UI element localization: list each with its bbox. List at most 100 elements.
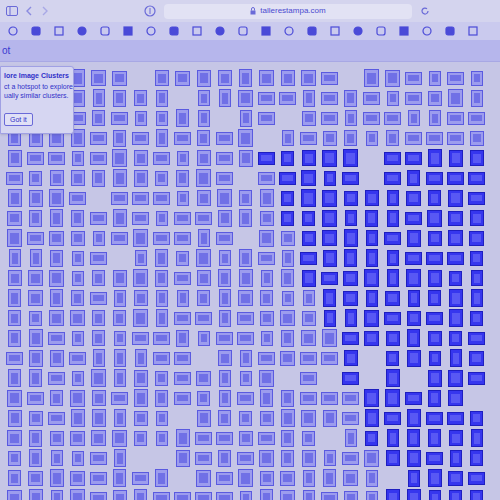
thumbnail[interactable] <box>302 211 315 226</box>
thumbnail[interactable] <box>301 330 316 346</box>
thumbnail[interactable] <box>219 390 231 407</box>
thumbnail[interactable] <box>155 371 168 386</box>
thumbnail[interactable] <box>174 132 191 145</box>
thumbnail[interactable] <box>385 291 400 306</box>
thumbnail[interactable] <box>8 470 21 486</box>
thumbnail[interactable] <box>27 232 44 245</box>
thumbnail[interactable] <box>113 209 127 227</box>
thumbnail[interactable] <box>324 310 336 327</box>
thumbnail[interactable] <box>342 392 359 405</box>
thumbnail[interactable] <box>261 331 273 346</box>
thumbnail[interactable] <box>429 351 441 366</box>
thumbnail[interactable] <box>238 290 253 306</box>
thumbnail[interactable] <box>408 470 420 487</box>
thumbnail[interactable] <box>282 291 294 306</box>
thumbnail[interactable] <box>114 409 126 427</box>
thumbnail[interactable] <box>447 132 464 145</box>
thumbnail[interactable] <box>407 429 420 447</box>
thumbnail[interactable] <box>49 189 64 207</box>
thumbnail[interactable] <box>92 270 105 286</box>
thumbnail[interactable] <box>239 190 252 206</box>
thumbnail[interactable] <box>302 431 315 446</box>
thumbnail[interactable] <box>216 152 233 165</box>
thumbnail[interactable] <box>468 192 485 205</box>
thumbnail[interactable] <box>50 390 63 406</box>
thumbnail[interactable] <box>132 132 149 145</box>
bookmark-icon[interactable] <box>31 26 41 36</box>
thumbnail[interactable] <box>384 412 401 425</box>
thumbnail[interactable] <box>197 410 211 427</box>
thumbnail[interactable] <box>114 290 126 307</box>
thumbnail[interactable] <box>322 230 337 246</box>
thumbnail[interactable] <box>342 372 359 385</box>
bookmark-icon[interactable] <box>445 26 455 36</box>
thumbnail[interactable] <box>386 369 400 387</box>
thumbnail[interactable] <box>282 130 294 146</box>
bookmark-icon[interactable] <box>215 26 225 36</box>
thumbnail[interactable] <box>197 270 211 286</box>
thumbnail[interactable] <box>322 190 337 207</box>
thumbnail[interactable] <box>197 130 210 146</box>
thumbnail[interactable] <box>259 230 274 247</box>
thumbnail[interactable] <box>156 111 168 126</box>
thumbnail[interactable] <box>91 70 106 86</box>
thumbnail[interactable] <box>174 492 191 500</box>
thumbnail[interactable] <box>216 172 233 185</box>
thumbnail[interactable] <box>155 171 168 186</box>
thumbnail[interactable] <box>345 429 357 447</box>
thumbnail[interactable] <box>72 251 84 266</box>
thumbnail[interactable] <box>174 272 191 285</box>
thumbnail[interactable] <box>366 470 378 487</box>
thumbnail[interactable] <box>387 250 399 266</box>
thumbnail[interactable] <box>216 232 233 245</box>
thumbnail[interactable] <box>71 409 85 427</box>
thumbnail[interactable] <box>29 449 42 467</box>
bookmark-icon[interactable] <box>376 26 386 36</box>
thumbnail[interactable] <box>217 189 232 207</box>
thumbnail[interactable] <box>174 372 191 385</box>
thumbnail[interactable] <box>153 192 170 205</box>
bookmark-icon[interactable] <box>123 26 133 36</box>
thumbnail[interactable] <box>366 230 378 246</box>
thumbnail[interactable] <box>258 432 275 445</box>
thumbnail[interactable] <box>281 70 295 86</box>
thumbnail[interactable] <box>49 231 64 246</box>
thumbnail[interactable] <box>50 431 64 446</box>
thumbnail[interactable] <box>48 372 65 385</box>
thumbnail[interactable] <box>405 132 422 145</box>
thumbnail[interactable] <box>344 191 358 206</box>
thumbnail[interactable] <box>302 311 316 326</box>
thumbnail[interactable] <box>174 312 191 325</box>
thumbnail[interactable] <box>133 229 148 247</box>
thumbnail[interactable] <box>303 490 315 500</box>
thumbnail[interactable] <box>195 312 212 325</box>
thumbnail[interactable] <box>300 132 317 145</box>
thumbnail[interactable] <box>134 370 148 387</box>
thumbnail[interactable] <box>113 310 126 326</box>
bookmark-icon[interactable] <box>399 26 409 36</box>
bookmark-icon[interactable] <box>353 26 363 36</box>
got-it-button[interactable]: Got it <box>4 113 33 126</box>
thumbnail[interactable] <box>8 150 22 167</box>
thumbnail[interactable] <box>197 70 211 87</box>
thumbnail[interactable] <box>301 170 316 186</box>
thumbnail[interactable] <box>281 231 295 246</box>
shield-icon[interactable] <box>144 5 156 17</box>
thumbnail[interactable] <box>428 469 442 487</box>
thumbnail[interactable] <box>8 189 22 207</box>
thumbnail[interactable] <box>113 469 126 487</box>
thumbnail[interactable] <box>198 331 210 346</box>
thumbnail[interactable] <box>134 90 147 106</box>
thumbnail[interactable] <box>469 351 484 366</box>
thumbnail[interactable] <box>112 71 127 86</box>
thumbnail[interactable] <box>384 112 401 125</box>
thumbnail[interactable] <box>155 270 168 287</box>
thumbnail[interactable] <box>406 191 421 206</box>
thumbnail[interactable] <box>281 390 294 407</box>
thumbnail[interactable] <box>428 270 442 287</box>
thumbnail[interactable] <box>174 232 191 245</box>
thumbnail[interactable] <box>134 150 148 166</box>
thumbnail[interactable] <box>29 190 43 207</box>
thumbnail[interactable] <box>426 312 443 325</box>
thumbnail[interactable] <box>342 332 359 345</box>
